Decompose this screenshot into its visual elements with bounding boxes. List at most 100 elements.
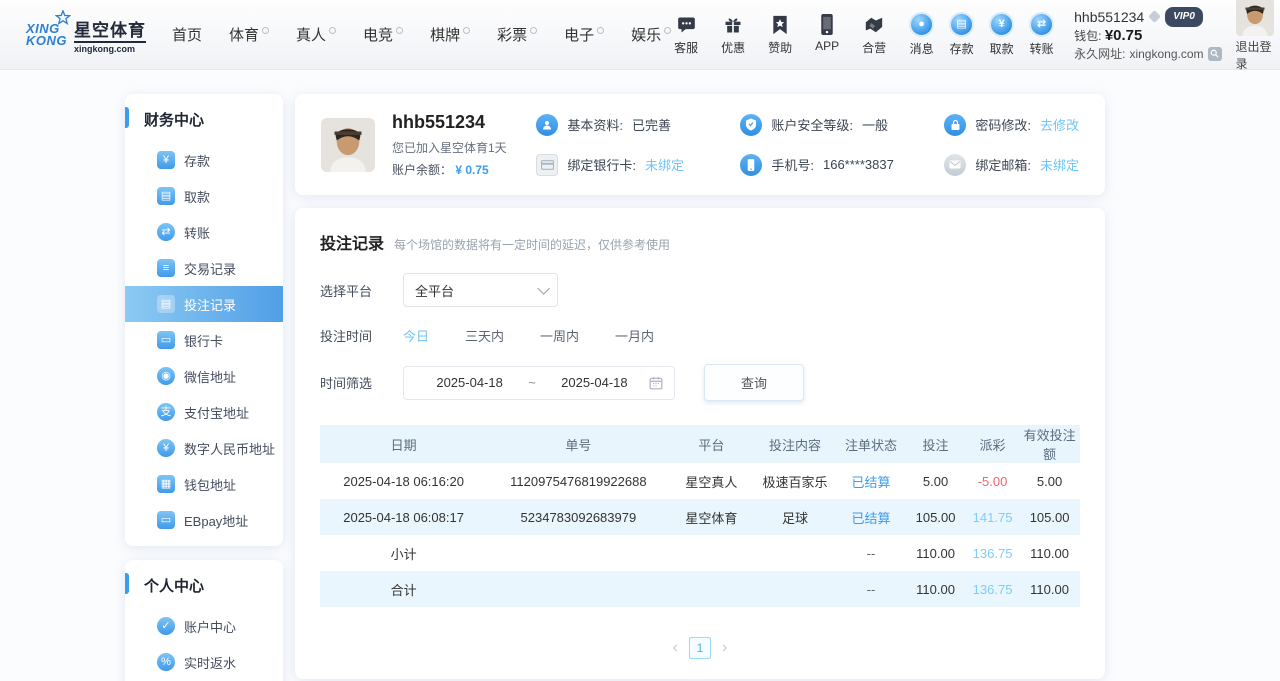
transfer-link[interactable]: ⇄ 转账	[1029, 12, 1054, 57]
change-password-link[interactable]: 去修改	[1040, 115, 1079, 134]
total-row: 合计 -- 110.00 136.75 110.00	[320, 571, 1080, 607]
security-level-item: 账户安全等级: 一般	[740, 114, 940, 136]
menu-item-lottery[interactable]: 彩票	[497, 24, 537, 45]
menu-item-live[interactable]: 真人	[296, 24, 336, 45]
menu-item-entertainment[interactable]: 娱乐	[631, 24, 671, 45]
header-status: 注单状态	[837, 425, 905, 463]
top-navbar: XING KONG 星空体育 xingkong.com 首页 体育 真人 电竞 …	[0, 0, 1280, 70]
menu-item-slots[interactable]: 电子	[564, 24, 604, 45]
profile-joined-text: 您已加入星空体育1天	[392, 139, 536, 156]
sidebar-item-ecny-address[interactable]: ¥ 数字人民币地址	[125, 430, 283, 466]
bind-bankcard-link[interactable]: 未绑定	[645, 155, 684, 174]
logo-text-en: XING KONG	[26, 23, 67, 47]
alipay-icon: 支	[157, 403, 175, 421]
time-option-week[interactable]: 一周内	[540, 326, 579, 345]
sidebar-item-realtime-rebate[interactable]: % 实时返水	[125, 644, 283, 680]
menu-item-chess[interactable]: 棋牌	[430, 24, 470, 45]
magnifier-icon[interactable]	[1208, 47, 1222, 61]
dropdown-ring-icon	[597, 27, 604, 34]
calendar-icon	[649, 376, 663, 390]
transfer-icon: ⇄	[157, 223, 175, 241]
shield-icon	[740, 114, 762, 136]
user-info-block: hhb551234 VIP0 钱包: ¥0.75 永久网址: xingkong.…	[1074, 7, 1221, 63]
date-range-label: 时间筛选	[320, 373, 403, 392]
site-logo[interactable]: XING KONG 星空体育 xingkong.com	[26, 16, 146, 54]
sponsor-link[interactable]: 赞助	[765, 13, 795, 56]
bind-email-link[interactable]: 未绑定	[1040, 155, 1079, 174]
wallet-label: 钱包:	[1074, 29, 1101, 43]
sidebar-item-ebpay-address[interactable]: ▭ EBpay地址	[125, 502, 283, 538]
deposit-icon: ¥	[157, 151, 175, 169]
finance-center-title: 财务中心	[125, 107, 283, 142]
bet-time-filter-label: 投注时间	[320, 326, 403, 345]
deposit-link[interactable]: ▤ 存款	[949, 12, 974, 57]
sidebar-item-bet-records[interactable]: ▤ 投注记录	[125, 286, 283, 322]
messages-link[interactable]: ● 消息	[909, 12, 934, 57]
pagination: ‹ 1 ›	[320, 637, 1080, 659]
bet-records-subtitle: 每个场馆的数据将有一定时间的延迟，仅供参考使用	[394, 236, 670, 253]
time-option-today[interactable]: 今日	[403, 326, 429, 345]
partnership-link[interactable]: 合营	[859, 13, 889, 56]
password-change-item: 密码修改: 去修改	[944, 114, 1079, 136]
main-menu: 首页 体育 真人 电竞 棋牌 彩票 电子 娱乐	[172, 24, 671, 45]
sidebar-item-withdraw[interactable]: ▤ 取款	[125, 178, 283, 214]
personal-center-title: 个人中心	[125, 573, 283, 608]
withdraw-link[interactable]: ¥ 取款	[989, 12, 1014, 57]
rebate-icon: %	[157, 653, 175, 671]
sidebar-item-transfer[interactable]: ⇄ 转账	[125, 214, 283, 250]
page-number[interactable]: 1	[689, 637, 711, 659]
dropdown-ring-icon	[396, 27, 403, 34]
header-valid-amount: 有效投注额	[1019, 425, 1080, 463]
logo-site-url: xingkong.com	[74, 41, 146, 54]
transactions-icon: ≡	[157, 259, 175, 277]
logout-button[interactable]: 退出登录	[1236, 38, 1274, 72]
transfer-icon: ⇄	[1029, 12, 1054, 37]
date-range-picker[interactable]: 2025-04-18 ~ 2025-04-18	[403, 366, 675, 400]
sidebar-item-bankcard[interactable]: ▭ 银行卡	[125, 322, 283, 358]
header-order: 单号	[487, 425, 669, 463]
phone-icon	[820, 13, 834, 35]
withdraw-icon: ▤	[157, 187, 175, 205]
promotions-link[interactable]: 优惠	[718, 13, 748, 56]
bet-records-table: 日期 单号 平台 投注内容 注单状态 投注 派彩 有效投注额 2025-04-1…	[320, 425, 1080, 607]
logo-text-cn: 星空体育	[74, 16, 146, 41]
main-content: hhb551234 您已加入星空体育1天 账户余额： ¥ 0.75 基本资料: …	[295, 94, 1105, 679]
prev-page-button[interactable]: ‹	[673, 640, 678, 656]
menu-item-esports[interactable]: 电竞	[363, 24, 403, 45]
balance-value: ¥ 0.75	[455, 163, 488, 177]
dropdown-ring-icon	[329, 27, 336, 34]
header-payout: 派彩	[966, 425, 1019, 463]
account-center-icon: ✓	[157, 617, 175, 635]
date-from-input[interactable]: 2025-04-18	[415, 375, 524, 390]
date-to-input[interactable]: 2025-04-18	[540, 375, 649, 390]
time-option-3days[interactable]: 三天内	[465, 326, 504, 345]
sidebar-item-alipay-address[interactable]: 支 支付宝地址	[125, 394, 283, 430]
platform-select[interactable]: 全平台	[403, 273, 558, 307]
user-avatar[interactable]	[1236, 0, 1274, 36]
menu-item-home[interactable]: 首页	[172, 24, 202, 45]
sidebar-item-wechat-address[interactable]: ◉ 微信地址	[125, 358, 283, 394]
search-button[interactable]: 查询	[704, 364, 804, 401]
app-download-link[interactable]: APP	[812, 13, 842, 56]
permanent-url-label: 永久网址:	[1074, 45, 1125, 63]
sidebar-item-wallet-address[interactable]: ▦ 钱包地址	[125, 466, 283, 502]
time-option-month[interactable]: 一月内	[615, 326, 654, 345]
customer-service-link[interactable]: 客服	[671, 13, 701, 56]
permanent-url-value: xingkong.com	[1129, 45, 1203, 63]
dropdown-ring-icon	[262, 27, 269, 34]
next-page-button[interactable]: ›	[722, 640, 727, 656]
sidebar-item-transactions[interactable]: ≡ 交易记录	[125, 250, 283, 286]
chat-icon	[676, 13, 697, 35]
quick-links: 客服 优惠 赞助 APP 合营	[671, 13, 889, 56]
mobile-icon	[740, 154, 762, 176]
menu-item-sports[interactable]: 体育	[229, 24, 269, 45]
dropdown-ring-icon	[463, 27, 470, 34]
vip-gem-icon	[1148, 10, 1161, 23]
balance-label: 账户余额：	[392, 163, 452, 177]
sidebar-item-account-center[interactable]: ✓ 账户中心	[125, 608, 283, 644]
deposit-icon: ▤	[949, 12, 974, 37]
logo-kong: KONG	[26, 35, 67, 47]
sidebar: 财务中心 ¥ 存款 ▤ 取款 ⇄ 转账 ≡ 交易记录 ▤ 投注记录 ▭	[125, 94, 283, 681]
sidebar-item-deposit[interactable]: ¥ 存款	[125, 142, 283, 178]
profile-username: hhb551234	[392, 112, 536, 133]
